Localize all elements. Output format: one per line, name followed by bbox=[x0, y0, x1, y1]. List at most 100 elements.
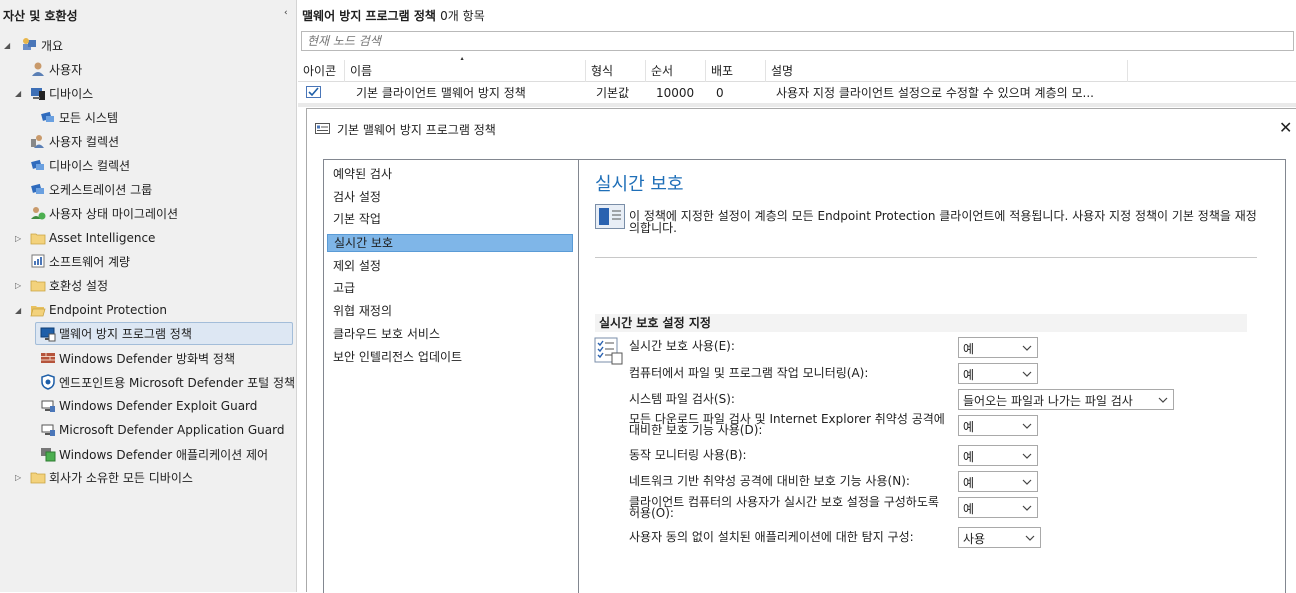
collection-icon bbox=[30, 157, 46, 173]
chevron-down-icon bbox=[1022, 368, 1032, 382]
tree-item-label: 디바이스 bbox=[49, 86, 94, 101]
tree-item-device-collections[interactable]: 디바이스 컬렉션 bbox=[30, 154, 130, 176]
dropdown-monitor-activity[interactable]: 예 bbox=[958, 363, 1038, 384]
chevron-down-icon bbox=[1022, 502, 1032, 516]
chevron-down-icon bbox=[1022, 342, 1032, 356]
splitter[interactable] bbox=[298, 103, 1296, 107]
column-header-name[interactable]: 이름 bbox=[345, 60, 586, 82]
tree-item-label: 소프트웨어 계량 bbox=[49, 254, 131, 269]
dropdown-value: 사용 bbox=[963, 532, 986, 546]
tree-item-software-metering[interactable]: 소프트웨어 계량 bbox=[30, 250, 130, 272]
close-icon[interactable]: ✕ bbox=[1279, 118, 1292, 137]
setting-label-network-protection: 네트워크 기반 취약성 공격에 대비한 보호 기능 사용(N): bbox=[629, 474, 910, 488]
tree-item-label: 엔드포인트용 Microsoft Defender 포털 정책 bbox=[59, 375, 296, 390]
dropdown-value: 예 bbox=[963, 476, 975, 490]
tree-item-compliance-settings[interactable]: ▷ 호환성 설정 bbox=[4, 274, 108, 296]
tree-item-user-state-migration[interactable]: 사용자 상태 마이그레이션 bbox=[30, 202, 178, 224]
tree-item-all-systems[interactable]: 모든 시스템 bbox=[40, 106, 118, 128]
tree-item-user-collections[interactable]: 사용자 컬렉션 bbox=[30, 130, 119, 152]
dropdown-value: 예 bbox=[963, 420, 975, 434]
exploit-guard-icon bbox=[40, 398, 56, 414]
expand-arrow-icon[interactable]: ▷ bbox=[15, 234, 21, 243]
column-header-icon[interactable]: 아이콘 bbox=[298, 60, 345, 82]
dropdown-allow-user-config[interactable]: 예 bbox=[958, 497, 1038, 518]
chevron-down-icon bbox=[1025, 532, 1035, 546]
dropdown-value: 예 bbox=[963, 342, 975, 356]
antimalware-policy-icon bbox=[40, 326, 56, 342]
tree-item-label: 호환성 설정 bbox=[49, 278, 109, 293]
tree-item-orchestration-groups[interactable]: 오케스트레이션 그룹 bbox=[30, 178, 152, 200]
nav-threat-overrides[interactable]: 위협 재정의 bbox=[327, 303, 573, 321]
tree-item-label: 회사가 소유한 모든 디바이스 bbox=[49, 470, 193, 485]
tree-item-users[interactable]: 사용자 bbox=[30, 58, 82, 80]
tree-item-application-guard[interactable]: Microsoft Defender Application Guard bbox=[40, 419, 284, 441]
tree-item-endpoint-protection[interactable]: ◢ Endpoint Protection bbox=[4, 299, 167, 321]
collapse-arrow-icon[interactable]: ◢ bbox=[4, 41, 10, 50]
tree-item-label: 맬웨어 방지 프로그램 정책 bbox=[59, 327, 192, 341]
folder-open-icon bbox=[30, 302, 46, 318]
expand-arrow-icon[interactable]: ▷ bbox=[15, 281, 21, 290]
folder-icon bbox=[30, 469, 46, 485]
column-header-description[interactable]: 설명 bbox=[766, 60, 1128, 82]
application-control-icon bbox=[40, 446, 56, 462]
tree-item-label: 디바이스 컬렉션 bbox=[49, 158, 131, 173]
chevron-down-icon bbox=[1022, 420, 1032, 434]
dropdown-behavior-monitoring[interactable]: 예 bbox=[958, 445, 1038, 466]
tree-item-label: 사용자 상태 마이그레이션 bbox=[49, 206, 179, 221]
column-header-deploy[interactable]: 배포 bbox=[706, 60, 766, 82]
tree-item-label: Microsoft Defender Application Guard bbox=[59, 423, 285, 437]
dropdown-scan-system-files[interactable]: 들어오는 파일과 나가는 파일 검사 bbox=[958, 389, 1174, 410]
expand-arrow-icon[interactable]: ▷ bbox=[15, 473, 21, 482]
firewall-icon bbox=[40, 350, 56, 366]
setting-label-allow-user-config: 클라이언트 컴퓨터의 사용자가 실시간 보호 설정을 구성하도록 허용(O): bbox=[629, 495, 939, 520]
nav-security-intelligence-updates[interactable]: 보안 인텔리전스 업데이트 bbox=[327, 349, 573, 367]
tree-item-application-control[interactable]: Windows Defender 애플리케이션 제어 bbox=[40, 443, 268, 465]
collection-icon bbox=[40, 109, 56, 125]
dropdown-value: 들어오는 파일과 나가는 파일 검사 bbox=[963, 394, 1133, 408]
nav-default-actions[interactable]: 기본 작업 bbox=[327, 211, 573, 229]
collapse-arrow-icon[interactable]: ◢ bbox=[15, 306, 21, 315]
tree-item-exploit-guard[interactable]: Windows Defender Exploit Guard bbox=[40, 395, 257, 417]
policy-properties-dialog: 기본 맬웨어 방지 프로그램 정책 ✕ 예약된 검사 검사 설정 기본 작업 실… bbox=[306, 108, 1296, 593]
software-metering-icon bbox=[30, 253, 46, 269]
tree-item-defender-portal-policies[interactable]: 엔드포인트용 Microsoft Defender 포털 정책 bbox=[40, 371, 295, 393]
row-name: 기본 클라이언트 맬웨어 방지 정책 bbox=[356, 86, 526, 100]
dropdown-network-protection[interactable]: 예 bbox=[958, 471, 1038, 492]
tree-item-firewall-policies[interactable]: Windows Defender 방화벽 정책 bbox=[40, 347, 235, 369]
chevron-down-icon bbox=[1022, 476, 1032, 490]
dropdown-realtime[interactable]: 예 bbox=[958, 337, 1038, 358]
nav-scan-settings[interactable]: 검사 설정 bbox=[327, 189, 573, 207]
collapse-arrow-icon[interactable]: ◢ bbox=[15, 89, 21, 98]
navigation-pane: 자산 및 호환성 ‹ ◢ 개요 사용자 ◢ 디바이스 모든 시스템 사용자 컬렉… bbox=[0, 0, 297, 592]
setting-label-scan-system-files: 시스템 파일 검사(S): bbox=[629, 392, 735, 406]
nav-exclusion-settings[interactable]: 제외 설정 bbox=[327, 258, 573, 276]
dialog-title: 기본 맬웨어 방지 프로그램 정책 bbox=[337, 123, 496, 137]
tree-item-label: Windows Defender 애플리케이션 제어 bbox=[59, 447, 269, 462]
dropdown-scan-downloads[interactable]: 예 bbox=[958, 415, 1038, 436]
nav-real-time-protection[interactable]: 실시간 보호 bbox=[327, 234, 573, 252]
dropdown-value: 예 bbox=[963, 450, 975, 464]
row-order: 10000 bbox=[656, 86, 695, 100]
tree-item-label: Windows Defender Exploit Guard bbox=[59, 399, 258, 413]
tree-item-antimalware-policies[interactable]: 맬웨어 방지 프로그램 정책 bbox=[35, 322, 293, 345]
nav-advanced[interactable]: 고급 bbox=[327, 280, 573, 298]
tree-item-company-owned-devices[interactable]: ▷ 회사가 소유한 모든 디바이스 bbox=[4, 466, 193, 488]
application-guard-icon bbox=[40, 422, 56, 438]
search-box[interactable] bbox=[301, 31, 1294, 51]
search-input[interactable] bbox=[302, 32, 1293, 50]
column-header-type[interactable]: 형식 bbox=[586, 60, 646, 82]
folder-icon bbox=[30, 230, 46, 246]
tree-item-overview[interactable]: ◢ 개요 bbox=[4, 34, 63, 56]
dropdown-pua-detection[interactable]: 사용 bbox=[958, 527, 1041, 548]
tree-item-asset-intelligence[interactable]: ▷ Asset Intelligence bbox=[4, 227, 155, 249]
user-collection-icon bbox=[30, 133, 46, 149]
setting-label-pua-detection: 사용자 동의 없이 설치된 애플리케이션에 대한 탐지 구성: bbox=[629, 530, 914, 544]
nav-cloud-protection[interactable]: 클라우드 보호 서비스 bbox=[327, 326, 573, 344]
tree-item-devices[interactable]: ◢ 디바이스 bbox=[4, 82, 93, 104]
nav-scheduled-scans[interactable]: 예약된 검사 bbox=[327, 166, 573, 184]
column-header-order[interactable]: 순서 bbox=[646, 60, 706, 82]
tree-item-label: Endpoint Protection bbox=[49, 303, 167, 317]
divider bbox=[595, 257, 1257, 258]
collapse-pane-button[interactable]: ‹ bbox=[284, 8, 288, 18]
table-row[interactable]: 기본 클라이언트 맬웨어 방지 정책 기본값 10000 0 사용자 지정 클라… bbox=[298, 83, 1296, 103]
